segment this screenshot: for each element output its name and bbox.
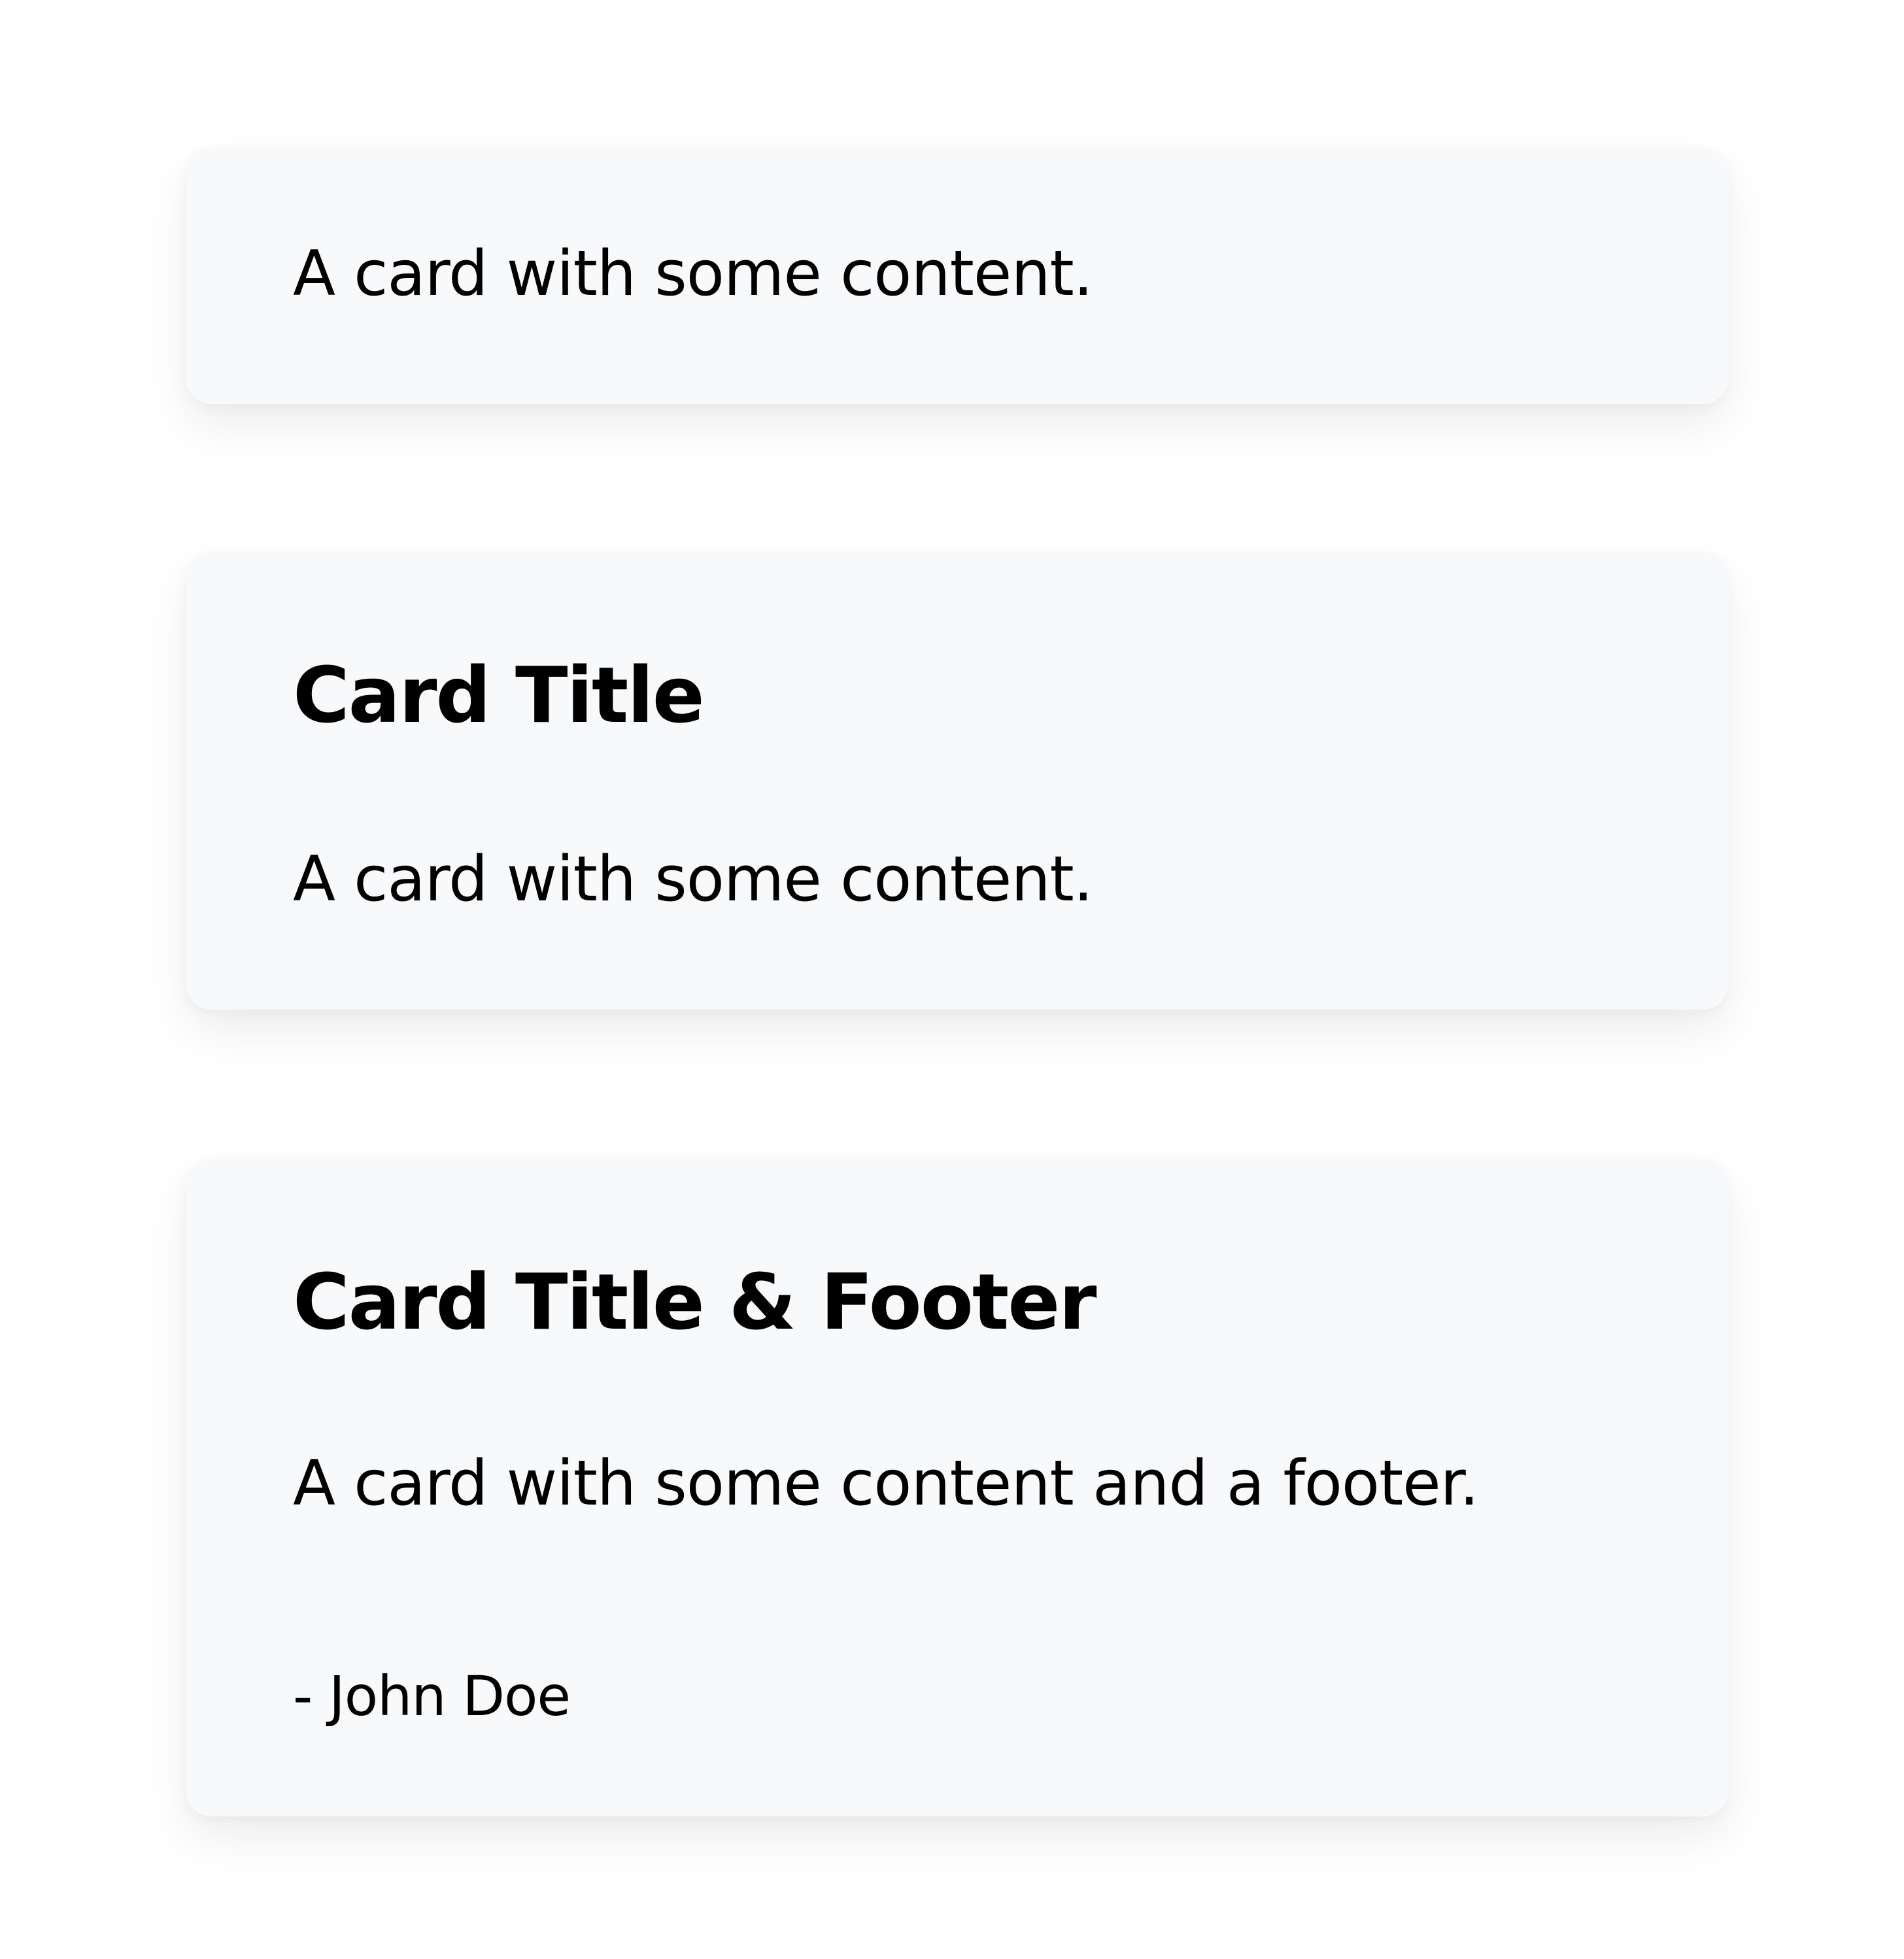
titled-card: Card Title A card with some content. [186, 552, 1729, 1010]
card-content: A card with some content. [293, 843, 1093, 915]
card-title: Card Title [293, 650, 705, 740]
card-content: A card with some content and a footer. [293, 1448, 1479, 1520]
card-content: A card with some content. [293, 238, 1093, 310]
content-card: A card with some content. [186, 148, 1729, 404]
card-title: Card Title & Footer [293, 1257, 1096, 1347]
footer-card: Card Title & Footer A card with some con… [186, 1159, 1729, 1816]
card-footer: - John Doe [293, 1664, 571, 1728]
